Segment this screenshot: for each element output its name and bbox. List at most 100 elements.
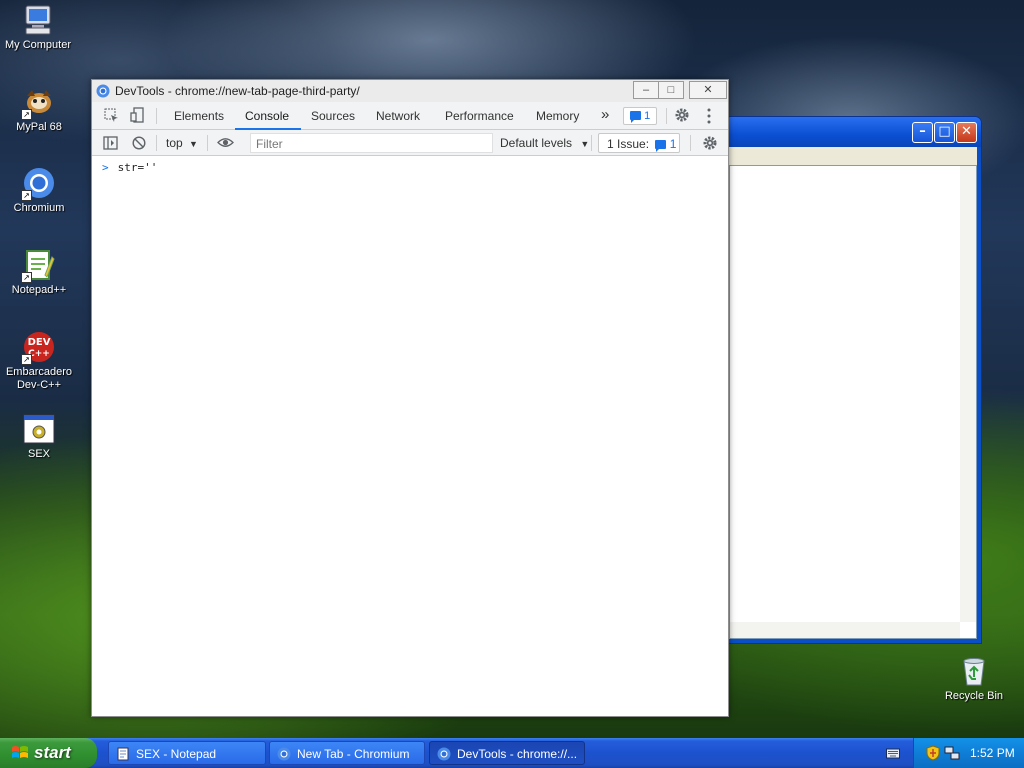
issues-badge-count: 1 (644, 110, 651, 122)
notepad-minimize-button[interactable]: – (912, 122, 933, 143)
notepadpp-icon: ↗ (21, 249, 55, 283)
recycle-bin-icon (958, 655, 990, 687)
log-levels-dropdown[interactable]: Default levels ▼ (500, 136, 589, 150)
desktop-icon-label: SEX (27, 448, 50, 460)
log-levels-label: Default levels (500, 136, 573, 150)
devtools-titlebar[interactable]: DevTools - chrome://new-tab-page-third-p… (92, 80, 728, 102)
notepad-menubar (729, 147, 977, 165)
chromium-icon (437, 747, 451, 761)
devtools-tabbar: Elements Console Sources Network Perform… (92, 102, 728, 130)
notepad-icon (116, 747, 130, 761)
desktop-icon-my-computer[interactable]: My Computer (0, 4, 76, 52)
clear-console-icon[interactable] (132, 136, 146, 153)
toolbar-divider (207, 135, 208, 151)
taskbar-button-label: New Tab - Chromium (297, 747, 410, 761)
toolbar-divider (591, 135, 592, 151)
desktop-icon-chromium[interactable]: ↗ Chromium (1, 167, 77, 215)
desktop-icon-label: Embarcadero Dev-C++ (5, 366, 73, 391)
notepad-text-area[interactable] (729, 165, 977, 639)
devtools-window[interactable]: DevTools - chrome://new-tab-page-third-p… (91, 79, 729, 717)
network-icon[interactable] (944, 745, 960, 764)
desktop-icon-devcpp[interactable]: DEV C++ ↗ Embarcadero Dev-C++ (1, 331, 77, 392)
notepad-titlebar[interactable]: – □ ✕ (725, 117, 981, 147)
more-options-kebab-icon[interactable] (707, 108, 711, 127)
taskbar-button-chromium[interactable]: New Tab - Chromium (269, 741, 425, 765)
inspect-element-icon[interactable] (104, 108, 119, 126)
desktop-icon-label: Notepad++ (11, 284, 67, 296)
tab-memory[interactable]: Memory (536, 109, 579, 123)
shortcut-arrow-icon: ↗ (21, 190, 32, 201)
shortcut-arrow-icon: ↗ (21, 109, 32, 120)
desktop-icon-sex[interactable]: SEX (1, 413, 77, 461)
console-settings-gear-icon[interactable] (702, 135, 718, 154)
console-input-text[interactable]: str='' (118, 161, 158, 174)
tab-elements[interactable]: Elements (174, 109, 224, 123)
console-toolbar: top ▼ Filter Default levels ▼ 1 Issue: 1 (92, 130, 728, 156)
desktop-icon-label: My Computer (4, 39, 72, 51)
windows-logo-icon (11, 744, 29, 767)
context-selector[interactable]: top ▼ (166, 136, 198, 150)
notepad-horizontal-scrollbar[interactable] (730, 622, 960, 638)
mypal-icon: ↗ (21, 86, 55, 120)
keyboard-icon[interactable] (886, 747, 900, 762)
chromium-icon: ↗ (21, 167, 55, 201)
filter-input[interactable]: Filter (250, 133, 493, 153)
issues-badge[interactable]: 1 (623, 107, 657, 125)
desktop-icon-label: Chromium (13, 202, 65, 214)
shortcut-arrow-icon: ↗ (21, 272, 32, 283)
desktop-icon-recycle-bin[interactable]: Recycle Bin (936, 655, 1012, 702)
notepad-maximize-button[interactable]: □ (934, 122, 955, 143)
toolbar-divider (690, 135, 691, 151)
desktop-icon-label: MyPal 68 (16, 121, 62, 133)
shortcut-arrow-icon: ↗ (21, 354, 32, 365)
exe-icon (23, 413, 55, 445)
taskbar: start SEX - Notepad New Tab - Chromium D… (0, 738, 1024, 768)
console-panel[interactable]: > str='' (92, 157, 728, 716)
settings-gear-icon[interactable] (674, 107, 690, 126)
toolbar-divider (156, 135, 157, 151)
close-button[interactable]: ✕ (689, 81, 727, 99)
maximize-button[interactable]: □ (658, 81, 684, 99)
tab-console[interactable]: Console (245, 109, 289, 123)
notepad-vertical-scrollbar[interactable] (960, 166, 976, 622)
issues-counter-count: 1 (669, 137, 677, 151)
desktop-icon-label: Recycle Bin (944, 690, 1004, 702)
start-button[interactable]: start (0, 738, 97, 768)
dropdown-arrow-icon: ▼ (189, 139, 198, 149)
taskbar-button-notepad[interactable]: SEX - Notepad (108, 741, 266, 765)
tab-network[interactable]: Network (376, 109, 420, 123)
system-tray: 1:52 PM (913, 738, 1024, 768)
notepad-window[interactable]: – □ ✕ (724, 116, 982, 644)
taskbar-button-devtools[interactable]: DevTools - chrome://... (429, 741, 585, 765)
security-shield-icon[interactable] (926, 745, 940, 764)
issues-counter-label: 1 Issue: (607, 137, 650, 151)
chromium-icon (277, 747, 291, 761)
tab-sources[interactable]: Sources (311, 109, 355, 123)
minimize-button[interactable]: – (633, 81, 659, 99)
devtools-title: DevTools - chrome://new-tab-page-third-p… (115, 84, 360, 98)
taskbar-button-label: SEX - Notepad (136, 747, 217, 761)
chromium-icon (96, 84, 110, 101)
svg-text:DEV: DEV (28, 337, 51, 348)
message-icon (655, 140, 667, 152)
live-expression-eye-icon[interactable] (217, 137, 234, 151)
tab-performance[interactable]: Performance (445, 109, 514, 123)
context-selector-value: top (166, 136, 183, 150)
notepad-close-button[interactable]: ✕ (956, 122, 977, 143)
my-computer-icon (22, 4, 54, 36)
console-input-line[interactable]: > str='' (102, 161, 157, 174)
desktop-icon-mypal[interactable]: ↗ MyPal 68 (1, 86, 77, 134)
clock[interactable]: 1:52 PM (970, 746, 1015, 760)
toolbar-divider (156, 108, 157, 124)
dropdown-arrow-icon: ▼ (580, 139, 590, 149)
more-tabs-chevron-icon[interactable]: » (601, 106, 609, 123)
console-prompt-icon: > (102, 161, 109, 174)
issues-counter-button[interactable]: 1 Issue: 1 (598, 133, 680, 153)
desktop-icon-notepadpp[interactable]: ↗ Notepad++ (1, 249, 77, 297)
taskbar-button-label: DevTools - chrome://... (457, 747, 578, 761)
message-icon (630, 111, 641, 123)
show-sidebar-icon[interactable] (103, 136, 118, 153)
start-label: start (34, 743, 71, 762)
device-toolbar-icon[interactable] (130, 107, 145, 126)
devcpp-icon: DEV C++ ↗ (21, 331, 55, 365)
